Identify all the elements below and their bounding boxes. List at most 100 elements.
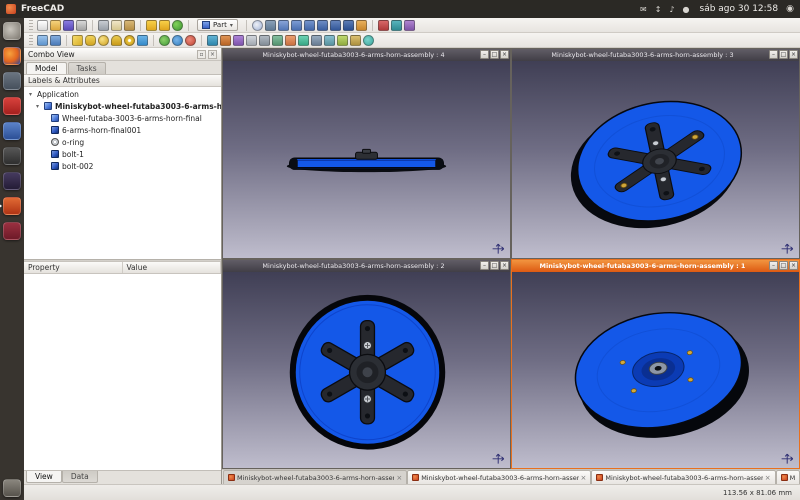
section-icon[interactable] xyxy=(311,35,322,46)
launcher-icon-image-editor[interactable] xyxy=(3,222,21,240)
shape-builder-icon[interactable] xyxy=(137,35,148,46)
paste-icon[interactable] xyxy=(124,20,135,31)
viewport-2-canvas[interactable] xyxy=(223,272,510,469)
tree-item-o-ring[interactable]: o-ring xyxy=(24,136,221,148)
minimize-icon[interactable]: – xyxy=(480,261,489,270)
restore-icon[interactable]: □ xyxy=(779,50,788,59)
close-panel-icon[interactable]: × xyxy=(208,50,217,59)
part-box-icon[interactable] xyxy=(72,35,83,46)
offset-icon[interactable] xyxy=(337,35,348,46)
copy-icon[interactable] xyxy=(111,20,122,31)
launcher-icon-system-settings[interactable] xyxy=(3,72,21,90)
right-view-icon[interactable] xyxy=(304,20,315,31)
minimize-icon[interactable]: – xyxy=(480,50,489,59)
viewport-4-titlebar[interactable]: Miniskybot-wheel-futaba3003-6-arms-horn-… xyxy=(223,49,510,61)
open-document-icon[interactable] xyxy=(50,20,61,31)
restore-icon[interactable]: □ xyxy=(779,261,788,270)
refresh-icon[interactable] xyxy=(172,20,183,31)
launcher-icon-terminal[interactable] xyxy=(3,172,21,190)
rear-view-icon[interactable] xyxy=(317,20,328,31)
mail-indicator-icon[interactable]: ✉ xyxy=(640,5,647,14)
viewport-1[interactable]: Miniskybot-wheel-futaba3003-6-arms-horn-… xyxy=(511,259,800,470)
minimize-icon[interactable]: – xyxy=(769,50,778,59)
expander-icon[interactable]: ▾ xyxy=(27,91,34,98)
part-cylinder-icon[interactable] xyxy=(85,35,96,46)
fillet-icon[interactable] xyxy=(246,35,257,46)
workbench-selector[interactable]: Part ▾ xyxy=(197,19,238,31)
ruled-surface-icon[interactable] xyxy=(272,35,283,46)
revolve-icon[interactable] xyxy=(220,35,231,46)
viewport-1-titlebar[interactable]: Miniskybot-wheel-futaba3003-6-arms-horn-… xyxy=(512,260,799,272)
clock[interactable]: sáb ago 30 12:58 xyxy=(700,4,779,14)
tree-item-assembly[interactable]: ▾ Miniskybot-wheel-futaba3003-6-arms-hor… xyxy=(24,100,221,112)
boolean-union-icon[interactable] xyxy=(159,35,170,46)
check-geometry-icon[interactable] xyxy=(363,35,374,46)
toggle-clipping-icon[interactable] xyxy=(391,20,402,31)
tree-item-horn[interactable]: 6-arms-horn-final001 xyxy=(24,124,221,136)
tab-tasks[interactable]: Tasks xyxy=(68,62,106,74)
tree-item-bolt-1[interactable]: bolt-1 xyxy=(24,148,221,160)
mirror-icon[interactable] xyxy=(233,35,244,46)
window-tab-1[interactable]: Miniskybot-wheel-futaba3003-6-arms-horn-… xyxy=(223,470,407,484)
save-icon[interactable] xyxy=(63,20,74,31)
new-document-icon[interactable] xyxy=(37,20,48,31)
launcher-icon-trash[interactable] xyxy=(3,479,21,497)
print-icon[interactable] xyxy=(76,20,87,31)
viewport-3[interactable]: Miniskybot-wheel-futaba3003-6-arms-horn-… xyxy=(511,48,800,259)
export-icon[interactable] xyxy=(50,35,61,46)
close-tab-icon[interactable]: × xyxy=(581,474,587,482)
tab-view[interactable]: View xyxy=(26,471,62,483)
sweep-icon[interactable] xyxy=(298,35,309,46)
thickness-icon[interactable] xyxy=(350,35,361,46)
column-property[interactable]: Property xyxy=(24,262,123,273)
window-tab-4[interactable]: Mi xyxy=(776,470,800,484)
measure-distance-icon[interactable] xyxy=(378,20,389,31)
axonometric-view-icon[interactable] xyxy=(356,20,367,31)
viewport-3-titlebar[interactable]: Miniskybot-wheel-futaba3003-6-arms-horn-… xyxy=(512,49,799,61)
close-icon[interactable]: × xyxy=(789,261,798,270)
sound-indicator-icon[interactable]: ♪ xyxy=(669,5,674,14)
part-cone-icon[interactable] xyxy=(111,35,122,46)
launcher-icon-files[interactable] xyxy=(3,122,21,140)
launcher-icon-dash-home[interactable] xyxy=(3,22,21,40)
loft-icon[interactable] xyxy=(285,35,296,46)
chamfer-icon[interactable] xyxy=(259,35,270,46)
minimize-icon[interactable]: – xyxy=(769,261,778,270)
boolean-common-icon[interactable] xyxy=(172,35,183,46)
front-view-icon[interactable] xyxy=(278,20,289,31)
close-icon[interactable]: × xyxy=(500,50,509,59)
draw-style-icon[interactable] xyxy=(265,20,276,31)
window-tab-2[interactable]: Miniskybot-wheel-futaba3003-6-arms-horn-… xyxy=(407,470,591,484)
part-torus-icon[interactable] xyxy=(124,35,135,46)
battery-indicator-icon[interactable]: ● xyxy=(683,5,690,14)
texture-icon[interactable] xyxy=(404,20,415,31)
viewport-4[interactable]: Miniskybot-wheel-futaba3003-6-arms-horn-… xyxy=(222,48,511,259)
launcher-icon-screenshot-tool[interactable] xyxy=(3,147,21,165)
tree-item-bolt-002[interactable]: bolt-002 xyxy=(24,160,221,172)
close-tab-icon[interactable]: × xyxy=(396,474,402,482)
tab-data[interactable]: Data xyxy=(62,471,98,483)
viewport-4-canvas[interactable] xyxy=(223,61,510,258)
boolean-cut-icon[interactable] xyxy=(185,35,196,46)
tab-model[interactable]: Model xyxy=(26,62,67,74)
tree-column-header[interactable]: Labels & Attributes xyxy=(24,75,221,87)
left-view-icon[interactable] xyxy=(343,20,354,31)
viewport-3-canvas[interactable] xyxy=(512,61,799,258)
column-value[interactable]: Value xyxy=(123,262,222,273)
cut-icon[interactable] xyxy=(98,20,109,31)
viewport-1-canvas[interactable] xyxy=(512,272,799,469)
launcher-icon-freecad[interactable] xyxy=(3,197,21,215)
launcher-icon-firefox[interactable] xyxy=(3,47,21,65)
float-panel-icon[interactable]: ▫ xyxy=(197,50,206,59)
import-icon[interactable] xyxy=(37,35,48,46)
toolbar-drag-handle[interactable] xyxy=(29,20,33,31)
close-icon[interactable]: × xyxy=(500,261,509,270)
close-tab-icon[interactable]: × xyxy=(765,474,771,482)
expander-icon[interactable]: ▾ xyxy=(34,103,41,110)
top-view-icon[interactable] xyxy=(291,20,302,31)
session-menu-icon[interactable]: ◉ xyxy=(786,4,794,14)
restore-icon[interactable]: □ xyxy=(490,50,499,59)
restore-icon[interactable]: □ xyxy=(490,261,499,270)
toolbar-drag-handle[interactable] xyxy=(29,35,33,46)
tree-item-wheel[interactable]: Wheel-futaba-3003-6-arms-horn-final xyxy=(24,112,221,124)
